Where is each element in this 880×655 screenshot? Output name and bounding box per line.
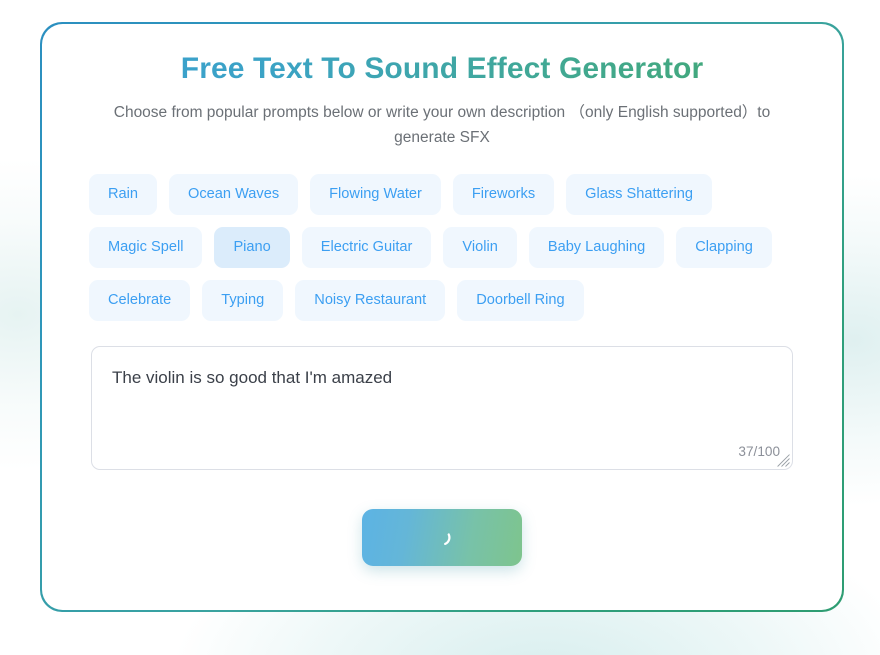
prompt-tag-flowing-water[interactable]: Flowing Water [310, 173, 441, 215]
prompt-tag-doorbell-ring[interactable]: Doorbell Ring [457, 279, 584, 321]
prompt-tag-clapping[interactable]: Clapping [676, 226, 772, 268]
page-subtitle: Choose from popular prompts below or wri… [113, 103, 771, 146]
generator-card: Free Text To Sound Effect Generator Choo… [41, 23, 843, 611]
page-title: Free Text To Sound Effect Generator [42, 24, 843, 86]
prompt-tag-celebrate[interactable]: Celebrate [89, 279, 191, 321]
prompt-tag-piano[interactable]: Piano [214, 226, 290, 268]
prompt-tag-noisy-restaurant[interactable]: Noisy Restaurant [295, 279, 446, 321]
prompt-tag-violin[interactable]: Violin [443, 226, 517, 268]
prompt-tag-electric-guitar[interactable]: Electric Guitar [301, 226, 432, 268]
resize-handle-icon[interactable] [777, 453, 790, 467]
prompt-tag-rain[interactable]: Rain [89, 173, 158, 215]
character-counter: 37/100 [738, 443, 780, 459]
loading-spinner-icon [433, 529, 451, 546]
prompt-tag-typing[interactable]: Typing [202, 279, 284, 321]
generate-sfx-button[interactable] [362, 508, 522, 566]
generator-card-border: Free Text To Sound Effect Generator Choo… [40, 22, 844, 612]
prompt-textarea[interactable]: The violin is so good that I'm amazed 37… [91, 345, 793, 470]
prompt-tag-magic-spell[interactable]: Magic Spell [89, 226, 203, 268]
prompt-tag-fireworks[interactable]: Fireworks [452, 173, 555, 215]
prompt-tag-glass-shattering[interactable]: Glass Shattering [566, 173, 713, 215]
prompt-textarea-value: The violin is so good that I'm amazed [112, 367, 393, 387]
prompt-tag-baby-laughing[interactable]: Baby Laughing [528, 226, 665, 268]
generate-button-row [42, 508, 843, 566]
prompt-tag-ocean-waves[interactable]: Ocean Waves [169, 173, 299, 215]
prompt-tag-list: Rain Ocean Waves Flowing Water Fireworks Gla… [89, 173, 795, 321]
